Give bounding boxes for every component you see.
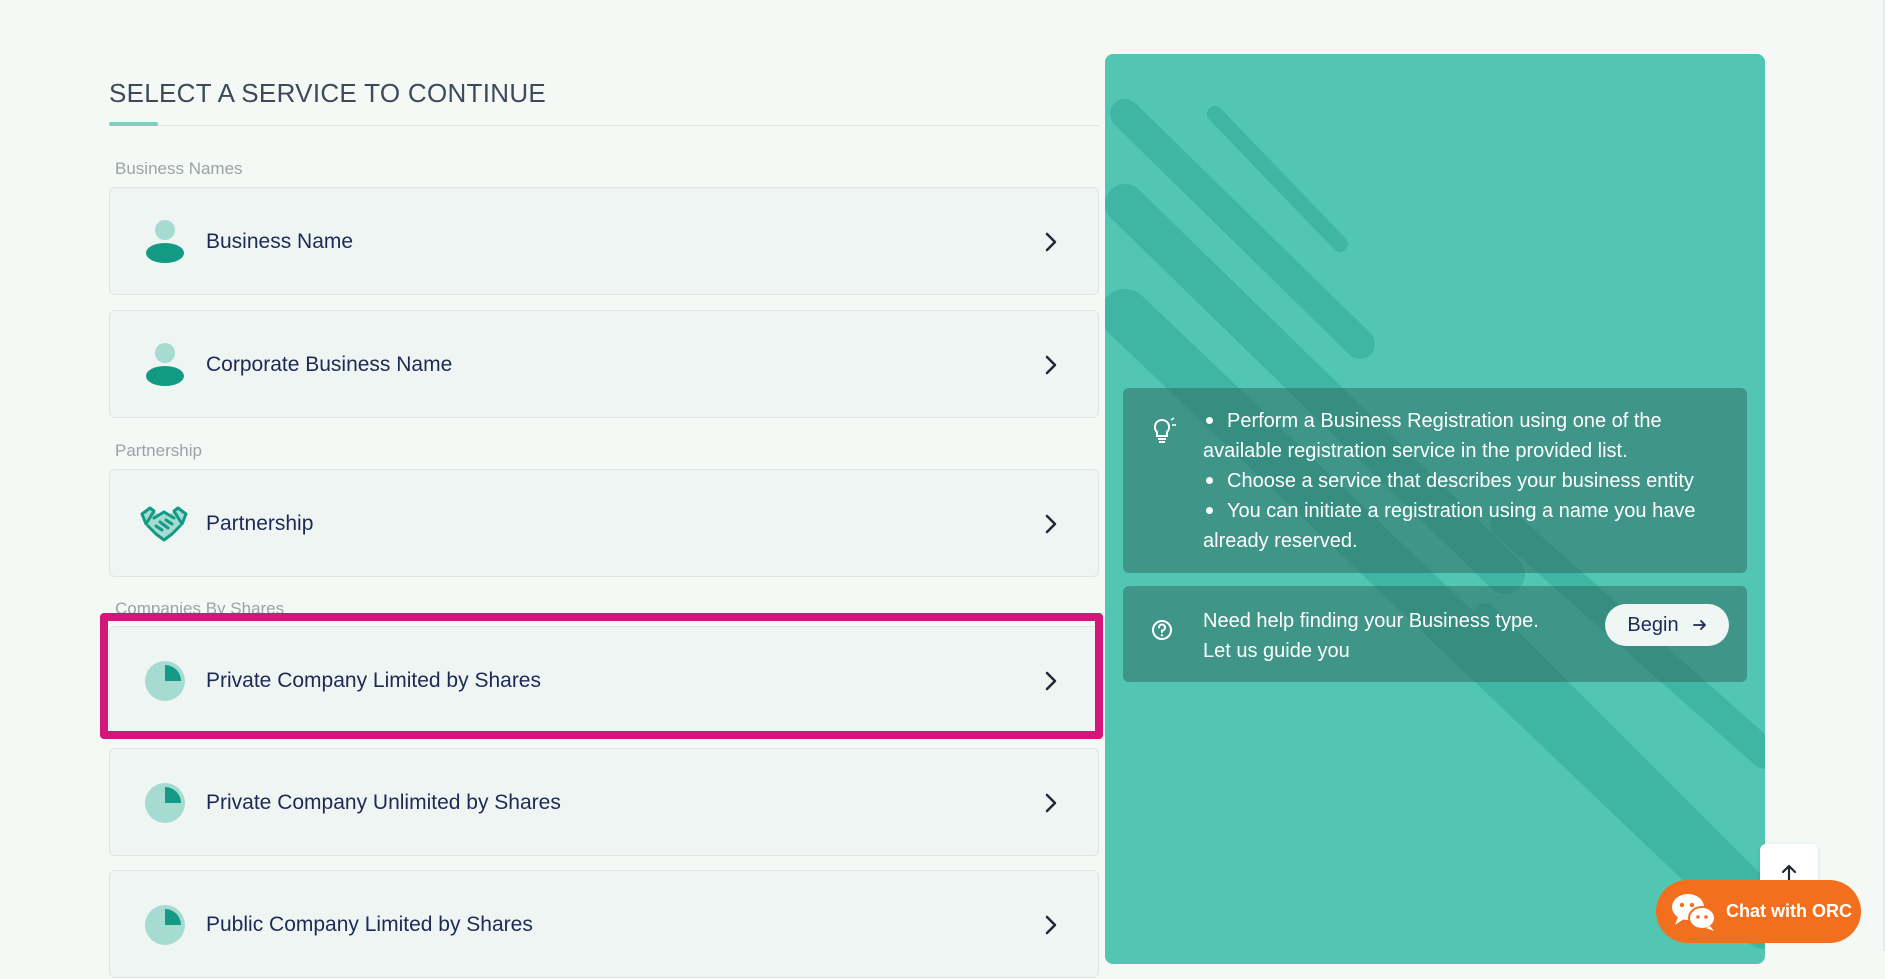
section-label-companies-by-shares: Companies By Shares bbox=[115, 599, 285, 618]
chat-button-label: Chat with ORC bbox=[1726, 901, 1852, 921]
chevron-right-icon bbox=[1045, 232, 1057, 252]
question-circle-icon bbox=[1152, 620, 1172, 640]
page-title: SELECT A SERVICE TO CONTINUE bbox=[109, 78, 547, 108]
chevron-right-icon bbox=[1045, 793, 1057, 813]
chevron-right-icon bbox=[1045, 355, 1057, 375]
help-line-1: Need help finding your Business type. bbox=[1203, 610, 1539, 632]
info-box: Perform a Business Registration using on… bbox=[1123, 388, 1747, 573]
chevron-right-icon bbox=[1045, 671, 1057, 691]
info-bullet: Perform a Business Registration using on… bbox=[1203, 410, 1662, 462]
pie-chart-icon bbox=[145, 905, 185, 945]
service-card-business-name[interactable]: Business Name bbox=[109, 187, 1099, 295]
begin-button[interactable]: Begin bbox=[1605, 604, 1729, 646]
service-card-private-limited-shares[interactable]: Private Company Limited by Shares bbox=[109, 626, 1099, 734]
info-bullet: You can initiate a registration using a … bbox=[1203, 500, 1696, 552]
service-label: Partnership bbox=[206, 512, 314, 535]
info-list: Perform a Business Registration using on… bbox=[1203, 406, 1733, 556]
person-icon bbox=[146, 220, 184, 263]
person-icon bbox=[146, 343, 184, 386]
begin-button-label: Begin bbox=[1627, 613, 1679, 636]
service-label: Business Name bbox=[206, 230, 354, 253]
help-box: Need help finding your Business type. Le… bbox=[1123, 586, 1747, 682]
lightbulb-icon bbox=[1153, 417, 1176, 443]
service-label: Private Company Unlimited by Shares bbox=[206, 791, 561, 814]
section-label-business-names: Business Names bbox=[115, 159, 243, 178]
title-divider bbox=[109, 125, 1099, 126]
handshake-icon bbox=[140, 506, 188, 542]
service-label: Corporate Business Name bbox=[206, 353, 453, 376]
pie-chart-icon bbox=[145, 661, 185, 701]
chevron-right-icon bbox=[1045, 514, 1057, 534]
service-label: Public Company Limited by Shares bbox=[206, 913, 533, 936]
pie-chart-icon bbox=[145, 783, 185, 823]
chat-bubbles-icon bbox=[1672, 893, 1716, 931]
section-label-partnership: Partnership bbox=[115, 441, 202, 460]
info-bullet: Choose a service that describes your bus… bbox=[1203, 466, 1733, 496]
service-card-corporate-business-name[interactable]: Corporate Business Name bbox=[109, 310, 1099, 418]
help-text: Need help finding your Business type. Le… bbox=[1203, 606, 1539, 666]
chat-with-orc-button[interactable]: Chat with ORC bbox=[1656, 880, 1861, 943]
service-card-partnership[interactable]: Partnership bbox=[109, 469, 1099, 577]
service-card-public-limited-shares[interactable]: Public Company Limited by Shares bbox=[109, 870, 1099, 978]
title-accent-bar bbox=[109, 122, 158, 126]
info-panel: Perform a Business Registration using on… bbox=[1105, 54, 1765, 964]
service-card-private-unlimited-shares[interactable]: Private Company Unlimited by Shares bbox=[109, 748, 1099, 856]
help-line-2: Let us guide you bbox=[1203, 640, 1350, 662]
service-label: Private Company Limited by Shares bbox=[206, 669, 541, 692]
chevron-right-icon bbox=[1045, 915, 1057, 935]
arrow-right-icon bbox=[1692, 620, 1706, 630]
